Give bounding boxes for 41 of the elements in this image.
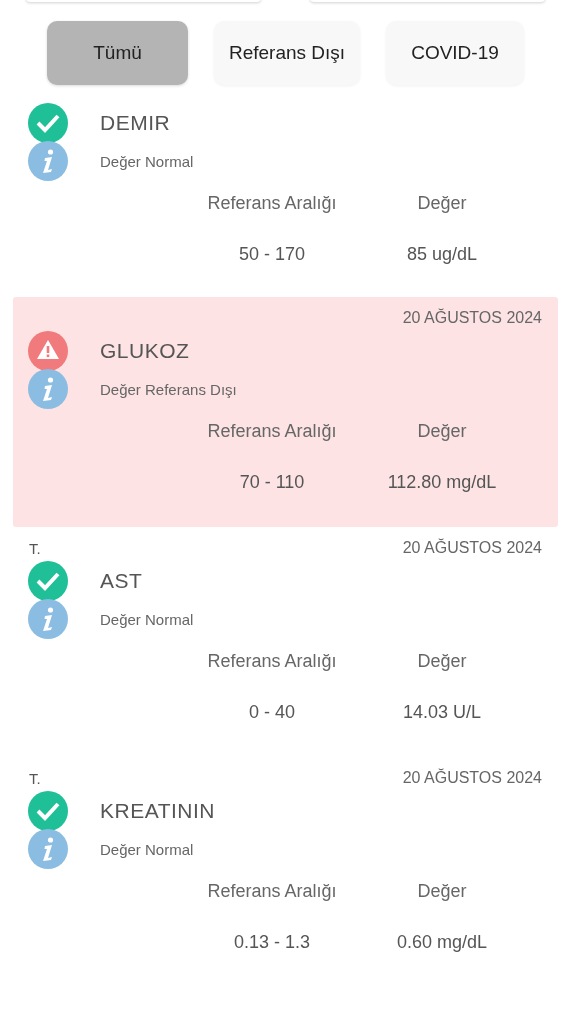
reference-range: 0 - 40 <box>248 702 296 723</box>
info-icon <box>28 369 68 409</box>
result-value: 85 ug/dL <box>405 244 479 265</box>
test-name: AST <box>100 569 143 593</box>
check-icon <box>28 103 68 143</box>
test-name: DEMIR <box>100 111 171 135</box>
value-label: Değer <box>416 651 468 672</box>
result-date: 20 AĞUSTOS 2024 <box>402 769 542 787</box>
value-label: Değer <box>416 881 468 902</box>
result-note: Değer Referans Dışı <box>100 380 237 398</box>
check-icon <box>28 791 68 831</box>
filter-tab[interactable]: Tümü <box>47 21 188 85</box>
result-value: 0.60 mg/dL <box>395 932 489 953</box>
reference-range: 70 - 110 <box>238 472 306 493</box>
result-date: 20 AĞUSTOS 2024 <box>402 539 542 557</box>
info-icon <box>28 141 68 181</box>
lab-source: T. <box>29 769 41 787</box>
value-label: Değer <box>416 421 468 442</box>
reference-range: 0.13 - 1.3 <box>232 932 312 953</box>
result-value: 112.80 mg/dL <box>386 472 498 493</box>
result-note: Değer Normal <box>100 610 194 628</box>
result-note: Değer Normal <box>100 840 194 858</box>
result-note: Değer Normal <box>100 152 194 170</box>
result-value: 14.03 U/L <box>401 702 483 723</box>
range-label: Referans Aralığı <box>206 651 338 672</box>
check-icon <box>28 561 68 601</box>
value-label: Değer <box>416 193 468 214</box>
range-label: Referans Aralığı <box>206 421 338 442</box>
result-card[interactable]: 20 AĞUSTOS 2024 GLUKOZ Değer Referans Dışı Referans Aralığı Değer 70 - 110 112.80 mg/dL <box>13 297 558 527</box>
reference-range: 50 - 170 <box>237 244 307 265</box>
lab-source: T. <box>29 539 41 557</box>
filter-tab[interactable]: Referans Dışı <box>214 21 360 85</box>
info-icon <box>28 829 68 869</box>
test-name: KREATININ <box>100 799 215 823</box>
test-name: GLUKOZ <box>100 339 190 363</box>
result-date: 20 AĞUSTOS 2024 <box>402 309 542 327</box>
warning-icon <box>28 331 68 371</box>
range-label: Referans Aralığı <box>206 881 338 902</box>
info-icon <box>28 599 68 639</box>
range-label: Referans Aralığı <box>206 193 338 214</box>
filter-tab[interactable]: COVID-19 <box>386 21 524 85</box>
